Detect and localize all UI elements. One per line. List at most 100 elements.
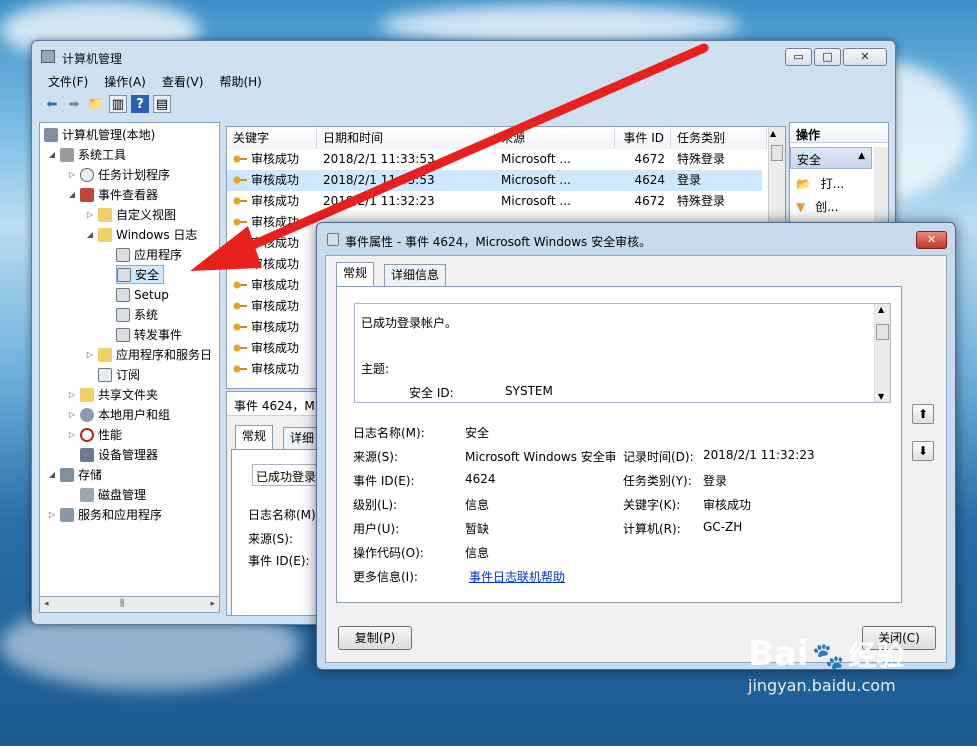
collapsed-triangle-icon[interactable]: ▷ <box>86 350 94 359</box>
expanded-triangle-icon[interactable]: ◢ <box>48 150 56 159</box>
tree-item-performance[interactable]: ▷ 性能 <box>68 425 122 444</box>
dialog-tab-details[interactable]: 详细信息 <box>384 264 447 286</box>
tree-item-label: 共享文件夹 <box>98 388 159 402</box>
label-logged: 记录时间(D): <box>623 450 694 464</box>
detail-tab-general[interactable]: 常规 <box>235 425 274 449</box>
scroll-right-arrow-icon[interactable]: ▸ <box>210 599 215 609</box>
collapse-up-icon[interactable]: ▲ <box>858 151 865 161</box>
value-computer: GC-ZH <box>703 520 743 534</box>
table-cell: Microsoft ... <box>501 152 571 166</box>
scroll-thumb-grip[interactable]: ⫼ <box>120 599 124 609</box>
action-open[interactable]: 📂 打... <box>796 175 844 192</box>
tree-item-label: 应用程序 <box>134 248 183 262</box>
table-row[interactable]: 审核成功 2018/2/1 11:33:53 Microsoft ... 4624 登录 <box>227 170 762 191</box>
tree-item-disk-management[interactable]: 磁盘管理 <box>80 485 146 504</box>
column-date-time[interactable]: 日期和时间 <box>317 127 495 149</box>
table-row[interactable]: 审核成功 2018/2/1 11:32:23 Microsoft ... 4672 特殊… <box>227 191 762 212</box>
scroll-up-arrow-icon[interactable]: ▲ <box>878 305 884 314</box>
tree-item-local-users[interactable]: ▷ 本地用户和组 <box>68 405 170 424</box>
next-event-button[interactable]: ⬇ <box>912 441 934 461</box>
collapsed-triangle-icon[interactable]: ▷ <box>86 210 94 219</box>
tree-item-label: 任务计划程序 <box>98 168 171 182</box>
expanded-triangle-icon[interactable]: ◢ <box>86 230 94 239</box>
scroll-down-arrow-icon[interactable]: ▼ <box>878 392 884 401</box>
watermark-brand2: 经验 <box>848 639 905 672</box>
expanded-triangle-icon[interactable]: ◢ <box>48 470 56 479</box>
key-icon <box>233 174 247 186</box>
key-icon <box>233 342 247 354</box>
detail-label-source: 来源(S): <box>248 532 294 546</box>
dialog-tab-general[interactable]: 常规 <box>336 262 375 286</box>
up-folder-icon[interactable]: 📁 <box>87 95 105 113</box>
dialog-close-button[interactable]: ✕ <box>916 231 947 249</box>
event-description-box[interactable]: 已成功登录帐户。 主题: 安全 ID: SYSTEM ▲ ▼ <box>354 303 891 403</box>
expanded-triangle-icon[interactable]: ◢ <box>68 190 76 199</box>
label-log-name: 日志名称(M): <box>353 426 425 440</box>
tree-item-apps-services-logs[interactable]: ▷ 应用程序和服务日 <box>86 345 212 364</box>
scroll-left-arrow-icon[interactable]: ◂ <box>44 599 49 609</box>
tree-item-custom-views[interactable]: ▷ 自定义视图 <box>86 205 176 224</box>
back-arrow-icon[interactable]: ⬅ <box>43 95 61 113</box>
event-log-icon <box>327 233 339 246</box>
menu-file[interactable]: 文件(F) <box>48 73 88 90</box>
help-icon[interactable]: ? <box>131 95 149 113</box>
copy-button[interactable]: 复制(P) <box>338 626 412 650</box>
column-source[interactable]: 来源 <box>495 127 615 149</box>
tree-item-storage[interactable]: ◢ 存储 <box>48 465 102 484</box>
table-cell: Microsoft ... <box>501 194 571 208</box>
tree-item-application[interactable]: 应用程序 <box>116 245 182 264</box>
actions-section-security[interactable]: 安全 ▲ <box>790 147 872 169</box>
tree-item-setup[interactable]: Setup <box>116 285 169 304</box>
dialog-title: 事件属性 - 事件 4624，Microsoft Windows 安全审核。 <box>345 235 652 249</box>
tree-item-subscriptions[interactable]: 订阅 <box>98 365 140 384</box>
event-log-online-help-link[interactable]: 事件日志联机帮助 <box>469 568 565 585</box>
column-task-category[interactable]: 任务类别 <box>671 127 767 149</box>
action-label: 创... <box>815 200 839 214</box>
maximize-button[interactable]: □ <box>814 48 841 66</box>
tree-item-system-tools[interactable]: ◢ 系统工具 <box>48 145 126 164</box>
collapsed-triangle-icon[interactable]: ▷ <box>68 390 76 399</box>
description-scrollbar[interactable]: ▲ ▼ <box>874 304 890 402</box>
tree-item-device-manager[interactable]: 设备管理器 <box>80 445 158 464</box>
table-row[interactable]: 审核成功 2018/2/1 11:33:53 Microsoft ... 4672 特殊… <box>227 149 762 170</box>
tree-horizontal-scrollbar[interactable]: ◂ ⫼ ▸ <box>39 596 220 613</box>
menu-action[interactable]: 操作(A) <box>104 73 146 90</box>
collapsed-triangle-icon[interactable]: ▷ <box>68 410 76 419</box>
label-event-id: 事件 ID(E): <box>353 474 415 488</box>
forward-arrow-icon[interactable]: ➡ <box>65 95 83 113</box>
column-event-id[interactable]: 事件 ID <box>615 127 671 149</box>
scroll-thumb[interactable] <box>771 145 783 161</box>
tree-item-system[interactable]: 系统 <box>116 305 158 324</box>
users-icon <box>80 407 94 422</box>
tools-icon <box>60 147 74 162</box>
menu-help[interactable]: 帮助(H) <box>219 73 261 90</box>
table-cell: 审核成功 <box>251 236 300 250</box>
tree-item-windows-logs[interactable]: ◢ Windows 日志 <box>86 225 197 244</box>
show-action-pane-icon[interactable]: ▤ <box>153 95 171 113</box>
show-hide-tree-icon[interactable]: ▥ <box>109 95 127 113</box>
tree-item-shared-folders[interactable]: ▷ 共享文件夹 <box>68 385 158 404</box>
minimize-button[interactable]: ▭ <box>785 48 812 66</box>
scroll-thumb[interactable] <box>876 324 889 340</box>
tree-item-computer-management[interactable]: 计算机管理(本地) <box>44 125 155 144</box>
close-window-button[interactable]: ✕ <box>843 48 887 66</box>
tree-item-event-viewer[interactable]: ◢ 事件查看器 <box>68 185 158 204</box>
menu-bar: 文件(F) 操作(A) 查看(V) 帮助(H) <box>39 71 888 91</box>
label-computer: 计算机(R): <box>623 522 681 536</box>
column-keyword[interactable]: 关键字 <box>227 127 317 149</box>
collapsed-triangle-icon[interactable]: ▷ <box>68 430 76 439</box>
tree-item-forwarded-events[interactable]: 转发事件 <box>116 325 182 344</box>
title-bar[interactable]: 计算机管理 ▭ □ ✕ <box>32 41 895 71</box>
key-icon <box>233 363 247 375</box>
scroll-up-arrow-icon[interactable]: ▲ <box>770 129 776 138</box>
menu-view[interactable]: 查看(V) <box>162 73 204 90</box>
action-create[interactable]: ▼ 创... <box>796 198 839 215</box>
tree-item-security[interactable]: 安全 <box>116 265 165 284</box>
tree-item-services-apps[interactable]: ▷ 服务和应用程序 <box>48 505 162 524</box>
collapsed-triangle-icon[interactable]: ▷ <box>68 170 76 179</box>
toolbar: ⬅ ➡ 📁 ▥ ? ▤ <box>39 93 888 115</box>
previous-event-button[interactable]: ⬆ <box>912 404 934 424</box>
collapsed-triangle-icon[interactable]: ▷ <box>48 510 56 519</box>
tree-item-task-scheduler[interactable]: ▷ 任务计划程序 <box>68 165 170 184</box>
tree-item-label: 安全 <box>135 268 160 282</box>
